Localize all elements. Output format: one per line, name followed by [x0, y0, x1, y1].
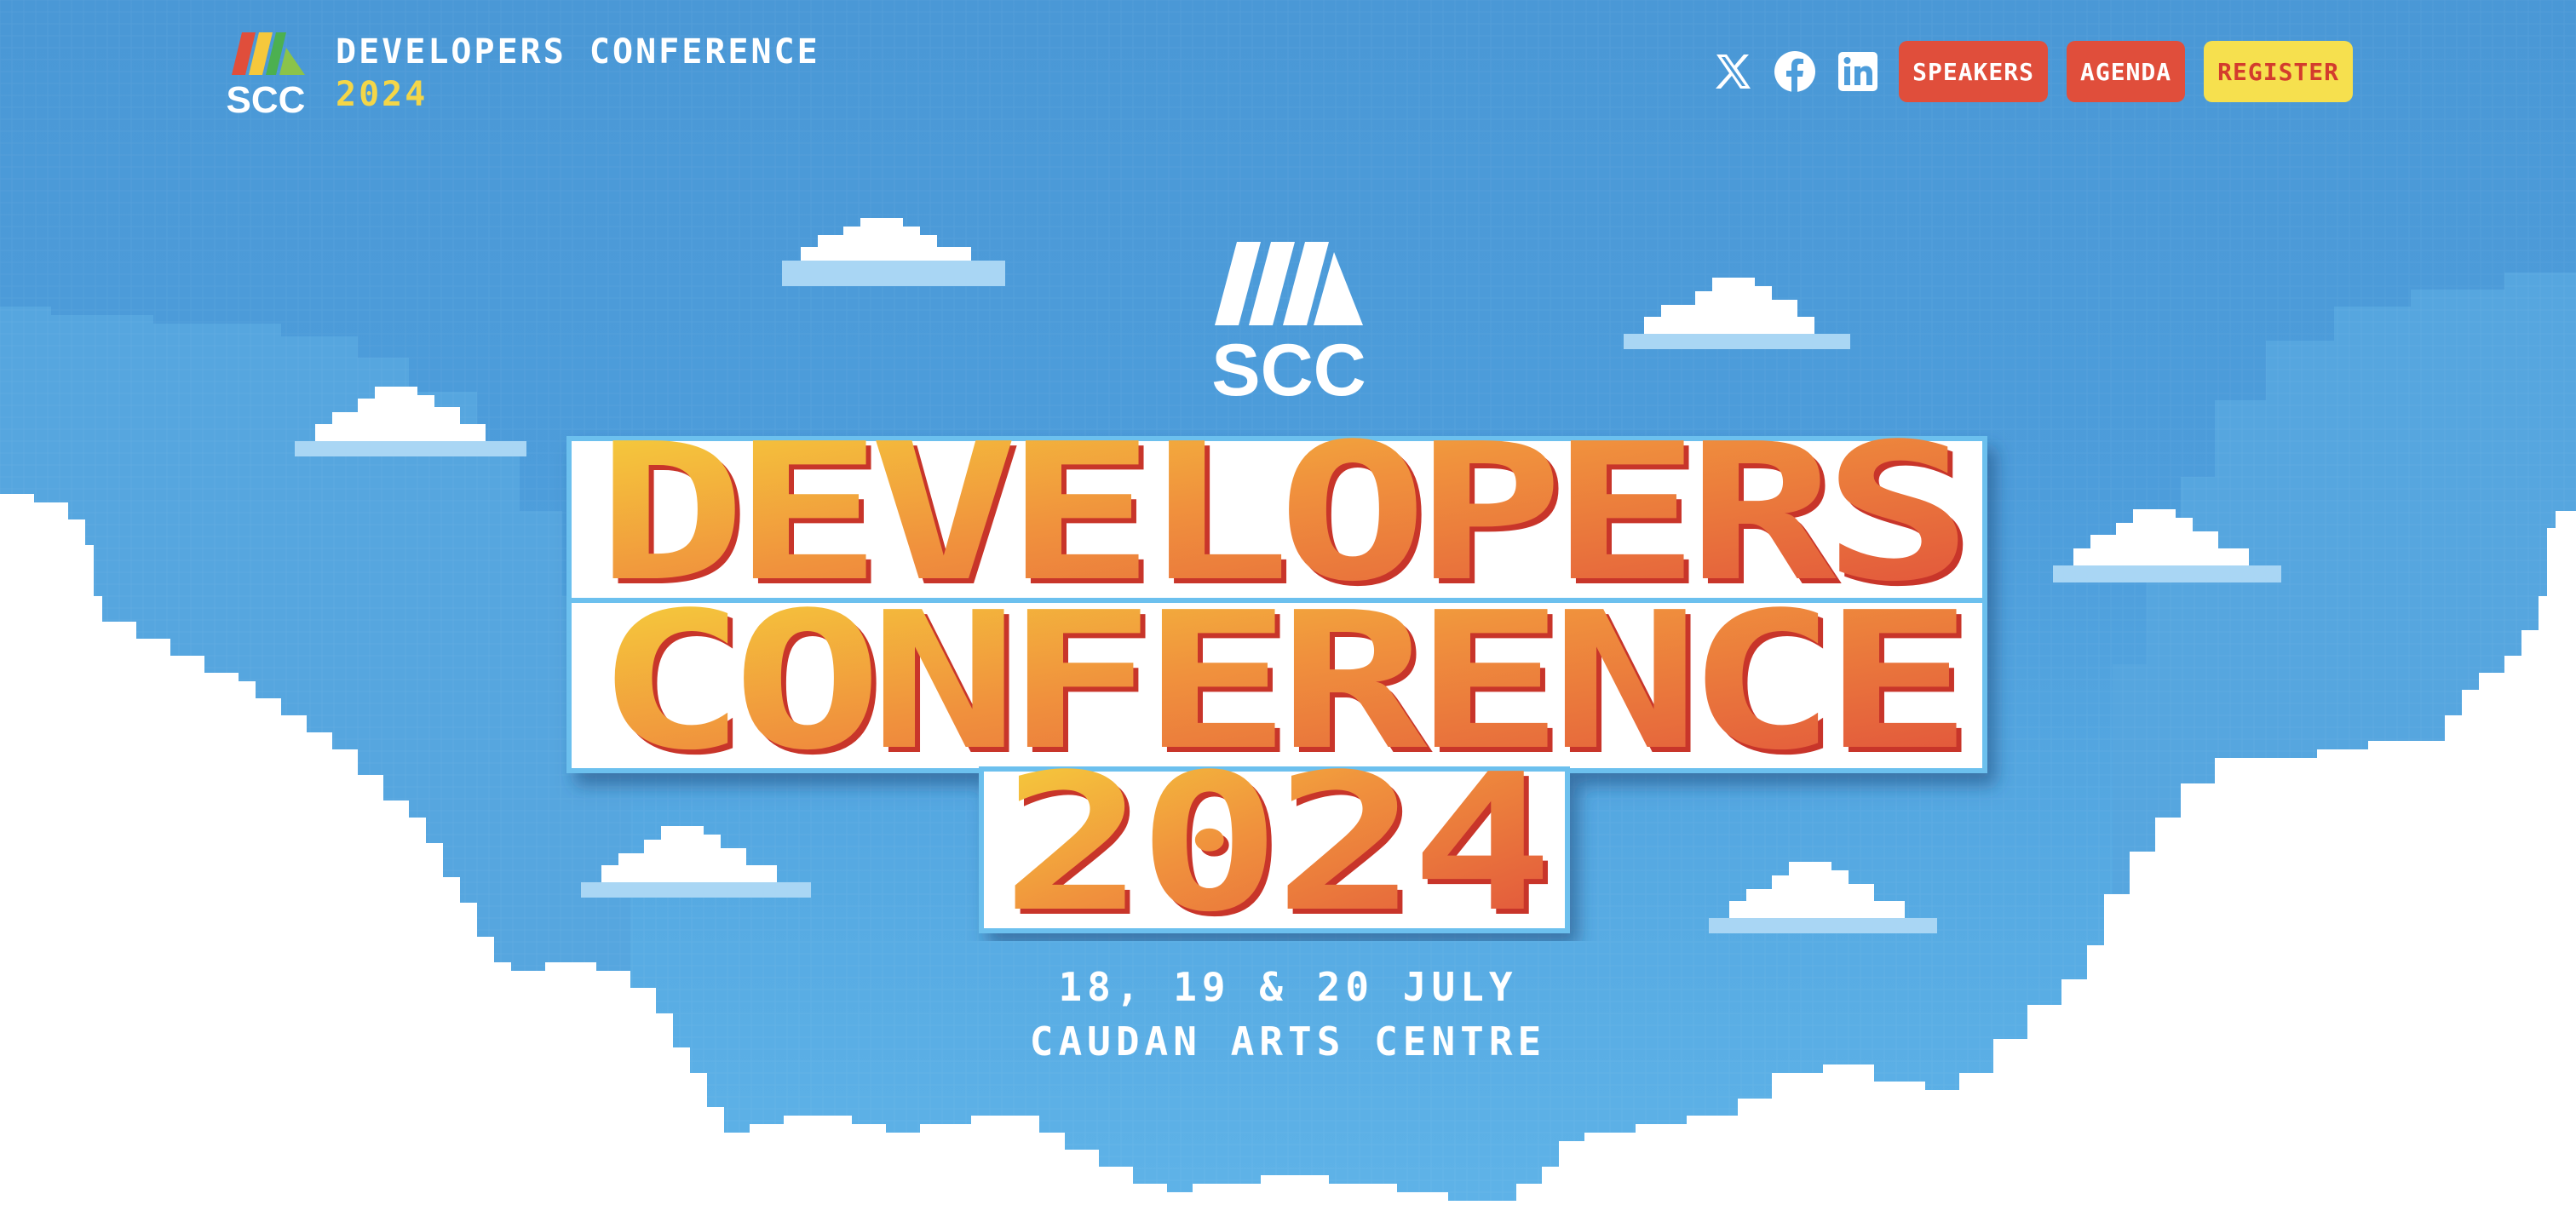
brand-logo-text: SCC — [227, 79, 306, 116]
brand[interactable]: SCC DEVELOPERS CONFERENCE 2024 — [223, 31, 820, 121]
title-line3: 2024 — [1002, 734, 1547, 941]
hero-scene: SCC DEVELOPERS CONFERENCE 2024 SPEAKERS … — [0, 0, 2576, 1228]
header-nav: SPEAKERS AGENDA REGISTER — [1710, 41, 2353, 102]
brand-title: DEVELOPERS CONFERENCE — [336, 32, 820, 72]
event-venue: CAUDAN ARTS CENTRE — [1029, 1019, 1547, 1064]
x-twitter-icon[interactable] — [1710, 49, 1754, 94]
hero-scc-logo-icon: SCC — [1208, 240, 1370, 411]
site-header: SCC DEVELOPERS CONFERENCE 2024 SPEAKERS … — [0, 0, 2576, 136]
scc-logo-icon: SCC — [223, 31, 308, 121]
hero-logo-text: SCC — [1211, 330, 1366, 402]
linkedin-icon[interactable] — [1836, 49, 1880, 94]
brand-text: DEVELOPERS CONFERENCE 2024 — [336, 32, 820, 114]
speakers-button[interactable]: SPEAKERS — [1899, 41, 2048, 102]
event-dates: 18, 19 & 20 JULY — [1058, 964, 1518, 1010]
facebook-icon[interactable] — [1773, 49, 1817, 94]
register-button[interactable]: REGISTER — [2204, 41, 2353, 102]
hero-title: DEVELOPERS DEVELOPERS CONFERENCE CONFERE… — [0, 430, 2576, 941]
agenda-button[interactable]: AGENDA — [2066, 41, 2186, 102]
brand-year: 2024 — [336, 75, 428, 114]
